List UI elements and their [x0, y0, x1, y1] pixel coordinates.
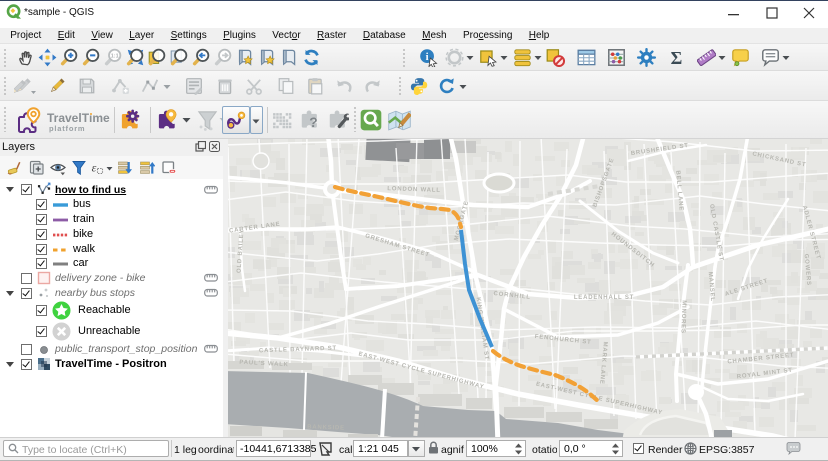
svg-text:1:1: 1:1: [111, 54, 119, 60]
svg-text:?: ?: [309, 115, 317, 130]
svg-text:Σ: Σ: [671, 48, 683, 67]
svg-text:i: i: [426, 51, 429, 63]
svg-text:MINORES: MINORES: [679, 300, 686, 334]
svg-text:ε: ε: [92, 161, 97, 175]
svg-text:LEADENHALL ST: LEADENHALL ST: [574, 295, 634, 301]
